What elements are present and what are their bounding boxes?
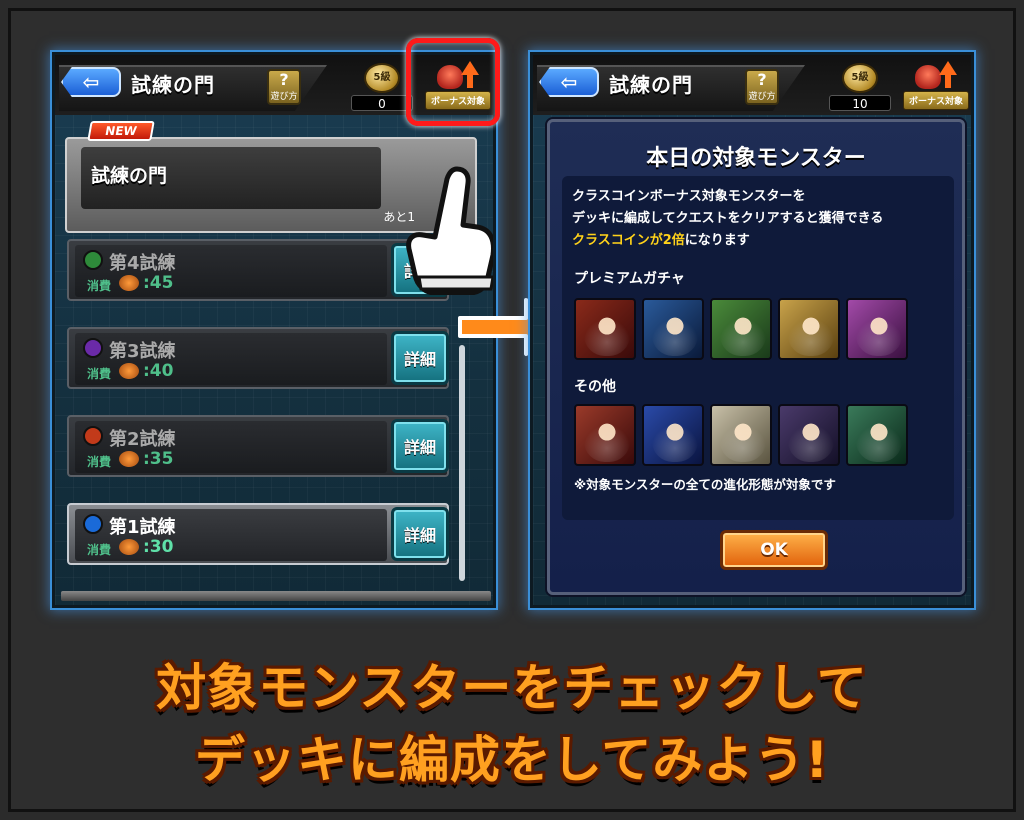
question-icon: ? <box>757 70 767 89</box>
back-button[interactable]: ⇦ <box>539 67 599 97</box>
detail-button[interactable]: 詳細 <box>391 331 449 385</box>
premium-monster-list <box>574 298 908 360</box>
coin-count: 0 <box>351 95 413 111</box>
cost-label: 消費 <box>87 279 112 293</box>
monster-icon[interactable] <box>778 298 840 360</box>
ok-button[interactable]: OK <box>720 530 828 570</box>
back-arrow-icon: ⇦ <box>82 70 100 94</box>
dialog-description: クラスコインボーナス対象モンスターを デッキに編成してクエストをクリアすると獲得… <box>572 189 884 248</box>
caption-line-2: デッキに編成をしてみよう! <box>194 731 830 789</box>
left-screen: ⇦ 試練の門 ? 遊び方 5級 0 ボーナス対象 試練の門 あと1 NEW 第4… <box>52 52 496 608</box>
monster-icon[interactable] <box>710 404 772 466</box>
stamina-icon <box>119 451 139 467</box>
monster-icon[interactable] <box>710 298 772 360</box>
orb-icon <box>83 338 103 358</box>
gate-name: 試練の門 <box>91 165 168 187</box>
cost-value: :30 <box>143 537 174 557</box>
page-title: 試練の門 <box>131 73 215 97</box>
scrollbar[interactable] <box>459 345 465 581</box>
monster-icon[interactable] <box>778 404 840 466</box>
stamina-icon <box>119 363 139 379</box>
cost-value: :40 <box>143 361 174 381</box>
trial-row[interactable]: 第3試練 消費 :40 詳細 <box>67 327 449 389</box>
dialog-title: 本日の対象モンスター <box>646 146 866 171</box>
page-title: 試練の門 <box>609 73 693 97</box>
other-label: その他 <box>574 379 616 395</box>
coin-count: 10 <box>829 95 891 111</box>
cost-value: :45 <box>143 273 174 293</box>
other-monster-list <box>574 404 908 466</box>
monster-icon[interactable] <box>846 298 908 360</box>
back-arrow-icon: ⇦ <box>560 70 578 94</box>
cost-label: 消費 <box>87 367 112 381</box>
howto-button[interactable]: ? 遊び方 <box>267 69 301 105</box>
back-button[interactable]: ⇦ <box>61 67 121 97</box>
caption-line-1: 対象モンスターをチェックして <box>156 659 868 717</box>
orb-icon <box>83 250 103 270</box>
orb-icon <box>83 426 103 446</box>
class-coin: 5級 0 <box>351 63 413 113</box>
class-coin: 5級 10 <box>829 63 891 113</box>
trial-row-selected[interactable]: 第1試練 消費 :30 詳細 <box>67 503 449 565</box>
trial-name: 第1試練 <box>109 517 176 538</box>
coin-icon: 5級 <box>842 63 878 93</box>
orb-icon <box>83 514 103 534</box>
trial-name: 第2試練 <box>109 429 176 450</box>
highlight-bonus-target <box>406 38 500 126</box>
cost-label: 消費 <box>87 455 112 469</box>
coin-icon: 5級 <box>364 63 400 93</box>
premium-gacha-label: プレミアムガチャ <box>574 271 685 287</box>
detail-button[interactable]: 詳細 <box>391 419 449 473</box>
howto-label: 遊び方 <box>270 92 298 102</box>
dialog-note: ※対象モンスターの全ての進化形態が対象です <box>574 477 836 492</box>
howto-label: 遊び方 <box>748 92 776 102</box>
cost-label: 消費 <box>87 543 112 557</box>
bonus-monster-icon <box>913 61 959 91</box>
cost-value: :35 <box>143 449 174 469</box>
target-monster-dialog: 本日の対象モンスター クラスコインボーナス対象モンスターを デッキに編成してクエ… <box>547 119 965 595</box>
stamina-icon <box>119 275 139 291</box>
monster-icon[interactable] <box>642 404 704 466</box>
right-screen: ⇦ 試練の門 ? 遊び方 5級 10 ボーナス対象 本日の対象モンスター クラス… <box>530 52 974 608</box>
bonus-target-button[interactable]: ボーナス対象 <box>903 61 969 113</box>
trial-name: 第4試練 <box>109 253 176 274</box>
header-bar: ⇦ 試練の門 ? 遊び方 5級 10 ボーナス対象 <box>533 55 971 115</box>
trial-row[interactable]: 第2試練 消費 :35 詳細 <box>67 415 449 477</box>
bonus-label: ボーナス対象 <box>903 91 969 110</box>
monster-icon[interactable] <box>846 404 908 466</box>
monster-icon[interactable] <box>642 298 704 360</box>
question-icon: ? <box>279 70 289 89</box>
stamina-icon <box>119 539 139 555</box>
new-badge: NEW <box>87 121 155 141</box>
monster-icon[interactable] <box>574 298 636 360</box>
highlight-text: クラスコインが2倍 <box>572 233 685 248</box>
trial-row[interactable]: 第4試練 消費 :45 詳細 <box>67 239 449 301</box>
howto-button[interactable]: ? 遊び方 <box>745 69 779 105</box>
trial-name: 第3試練 <box>109 341 176 362</box>
detail-button[interactable]: 詳細 <box>391 507 449 561</box>
monster-icon[interactable] <box>574 404 636 466</box>
pointing-hand-icon <box>406 166 493 295</box>
